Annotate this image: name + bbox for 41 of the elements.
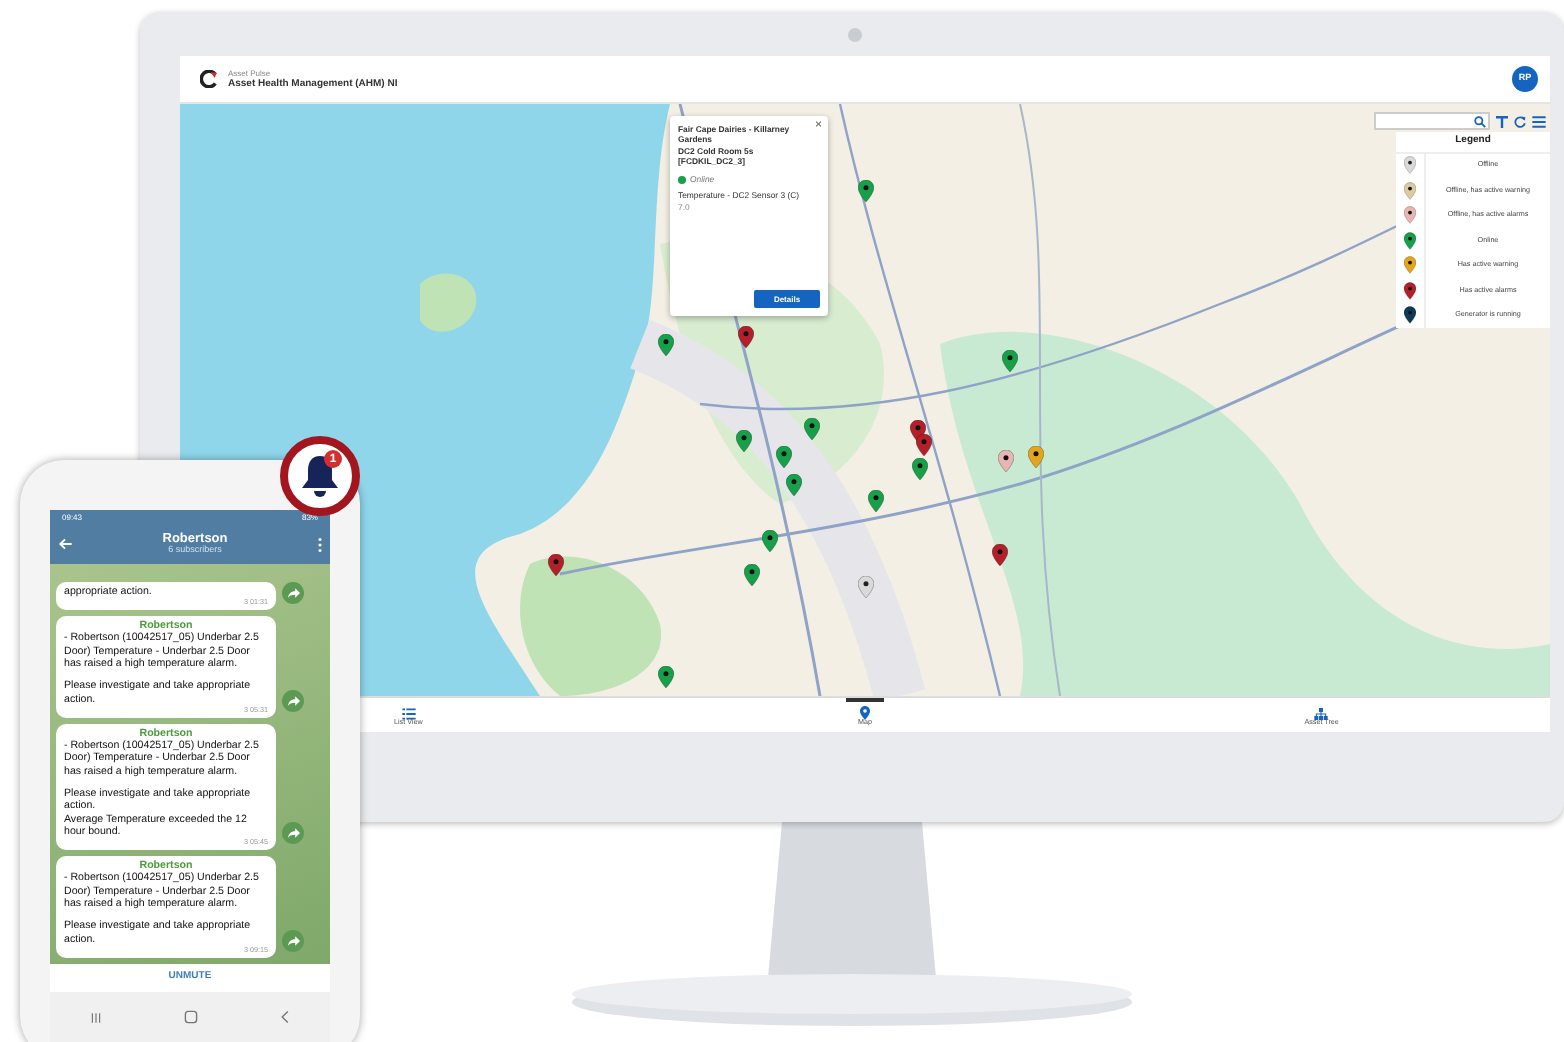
share-icon: [287, 936, 299, 946]
forward-button[interactable]: [282, 689, 304, 712]
home-icon[interactable]: [183, 1010, 198, 1024]
refresh-icon[interactable]: [1514, 115, 1526, 127]
map-pin-icon[interactable]: [916, 434, 932, 457]
forward-button[interactable]: [282, 930, 304, 952]
map-pin-icon[interactable]: [992, 544, 1008, 567]
back-icon[interactable]: [279, 1010, 290, 1024]
map-pin-icon[interactable]: [658, 334, 674, 357]
map-pin-icon[interactable]: [776, 446, 792, 469]
recent-apps-icon[interactable]: [90, 1011, 103, 1023]
search-icon[interactable]: [1474, 115, 1486, 127]
map-pin-icon[interactable]: [858, 180, 874, 203]
location-pin-icon: [859, 706, 870, 721]
map-pin-icon[interactable]: [868, 490, 884, 513]
map-pin-icon[interactable]: [858, 576, 874, 599]
map-pin-icon[interactable]: [658, 666, 674, 689]
forward-button[interactable]: [282, 582, 304, 605]
map-pin-icon[interactable]: [744, 564, 760, 587]
map-pin-icon[interactable]: [998, 450, 1014, 473]
filter-icon[interactable]: [1496, 115, 1508, 127]
map-pin-icon[interactable]: [912, 458, 928, 481]
list-icon: [401, 707, 416, 720]
search-field[interactable]: [1374, 112, 1490, 130]
share-icon: [287, 828, 299, 839]
map-pin-icon[interactable]: [1028, 446, 1044, 469]
map-pin-icon[interactable]: [804, 418, 820, 441]
map-pin-icon[interactable]: [786, 474, 802, 497]
map-pin-icon[interactable]: [762, 530, 778, 553]
forward-button[interactable]: [282, 822, 304, 845]
map-pin-icon[interactable]: [1002, 350, 1018, 373]
map-pin-icon[interactable]: [548, 554, 564, 577]
share-icon: [287, 695, 299, 706]
hierarchy-icon: [1314, 707, 1329, 720]
bell-icon: [300, 454, 340, 498]
map-pin-icon[interactable]: [736, 430, 752, 453]
menu-icon[interactable]: [1532, 115, 1546, 127]
map-pin-icon[interactable]: [738, 326, 754, 349]
camera-dot: [848, 28, 862, 42]
share-icon: [287, 588, 299, 599]
logo-icon: [200, 70, 218, 88]
